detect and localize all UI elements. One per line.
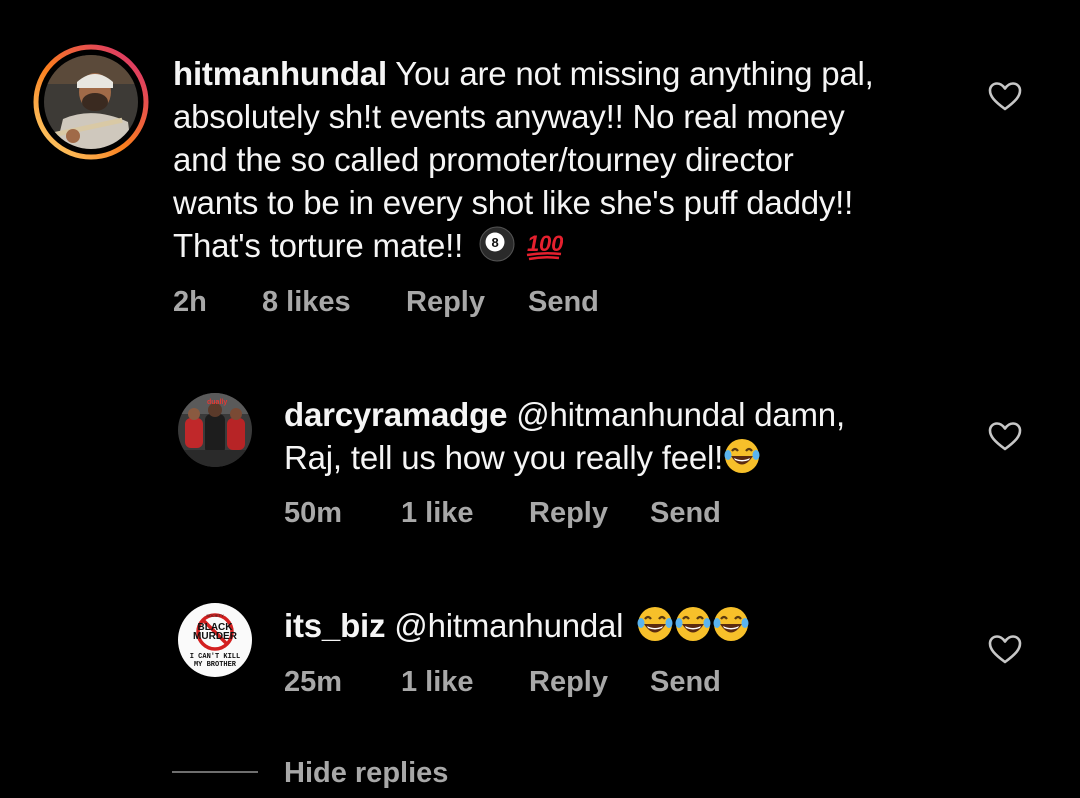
comment-hitmanhundal: hitmanhundal You are not missing anythin… xyxy=(0,0,1080,340)
svg-text:8: 8 xyxy=(492,235,499,250)
hide-replies-button[interactable]: Hide replies xyxy=(284,757,448,790)
comment-body: darcyramadge @hitmanhundal damn, Raj, te… xyxy=(284,393,964,479)
reply-button[interactable]: Reply xyxy=(529,666,608,699)
laughing-tears-emoji xyxy=(724,439,760,473)
laughing-tears-emoji xyxy=(637,607,673,641)
comment-text: damn, xyxy=(754,396,845,433)
send-button[interactable]: Send xyxy=(650,497,721,530)
comment-line-1: darcyramadge @hitmanhundal damn, xyxy=(284,393,964,436)
comment-text: You are not missing anything pal, xyxy=(395,55,874,92)
comment-time: 50m xyxy=(284,497,343,529)
comment-time: 25m xyxy=(284,666,343,698)
comment-username[interactable]: hitmanhundal xyxy=(173,55,387,92)
reply-button[interactable]: Reply xyxy=(406,286,485,319)
avatar-text-top: SOCIETY xyxy=(206,613,224,618)
comment-body: hitmanhundal You are not missing anythin… xyxy=(173,52,973,267)
avatar[interactable]: dually xyxy=(177,392,253,468)
avatar-story-ring[interactable] xyxy=(33,44,149,160)
comment-its-biz: SOCIETY BLACK MURDER I CAN'T KILL MY BRO… xyxy=(0,590,1080,730)
emoji-group xyxy=(636,604,750,647)
avatar-text-middle2: MURDER xyxy=(193,631,238,642)
comment-text-end: Raj, tell us how you really feel! xyxy=(284,439,724,476)
comment-line-5: That's torture mate!! 8 100 xyxy=(173,224,973,267)
hide-replies-divider xyxy=(172,771,258,773)
mention-link[interactable]: @hitmanhundal xyxy=(394,607,623,644)
comment-username[interactable]: its_biz xyxy=(284,607,385,644)
comment-time: 2h xyxy=(173,286,207,318)
comment-line-2: absolutely sh!t events anyway!! No real … xyxy=(173,98,845,135)
laughing-tears-emoji xyxy=(675,607,711,641)
laughing-tears-emoji xyxy=(713,607,749,641)
mention-link[interactable]: @hitmanhundal xyxy=(516,396,745,433)
like-heart-icon[interactable] xyxy=(988,420,1022,454)
avatar-text-bottom2: MY BROTHER xyxy=(194,661,237,669)
comment-line-1: hitmanhundal You are not missing anythin… xyxy=(173,52,973,95)
comment-line-3: and the so called promoter/tourney direc… xyxy=(173,141,794,178)
comment-line-2: Raj, tell us how you really feel! xyxy=(284,436,964,479)
eight-ball-emoji: 8 xyxy=(479,226,515,262)
likes-count[interactable]: 1 like xyxy=(401,666,474,699)
avatar[interactable]: SOCIETY BLACK MURDER I CAN'T KILL MY BRO… xyxy=(177,602,253,678)
svg-text:dually: dually xyxy=(207,399,227,406)
comment-line-4: wants to be in every shot like she's puf… xyxy=(173,184,854,221)
send-button[interactable]: Send xyxy=(528,286,599,319)
comment-body: its_biz @hitmanhundal xyxy=(284,604,964,647)
comment-darcyramadge: dually darcyramadge @hitmanhundal damn, … xyxy=(0,360,1080,560)
avatar-text-bottom1: I CAN'T KILL xyxy=(190,653,240,661)
like-heart-icon[interactable] xyxy=(988,633,1022,667)
send-button[interactable]: Send xyxy=(650,666,721,699)
comment-text-end: That's torture mate!! xyxy=(173,227,464,264)
like-heart-icon[interactable] xyxy=(988,80,1022,114)
hundred-points-emoji: 100 xyxy=(526,231,563,261)
comment-username[interactable]: darcyramadge xyxy=(284,396,507,433)
avatar xyxy=(33,44,149,160)
likes-count[interactable]: 1 like xyxy=(401,497,474,530)
likes-count[interactable]: 8 likes xyxy=(262,286,351,319)
reply-button[interactable]: Reply xyxy=(529,497,608,530)
comment-line-1: its_biz @hitmanhundal xyxy=(284,604,964,647)
